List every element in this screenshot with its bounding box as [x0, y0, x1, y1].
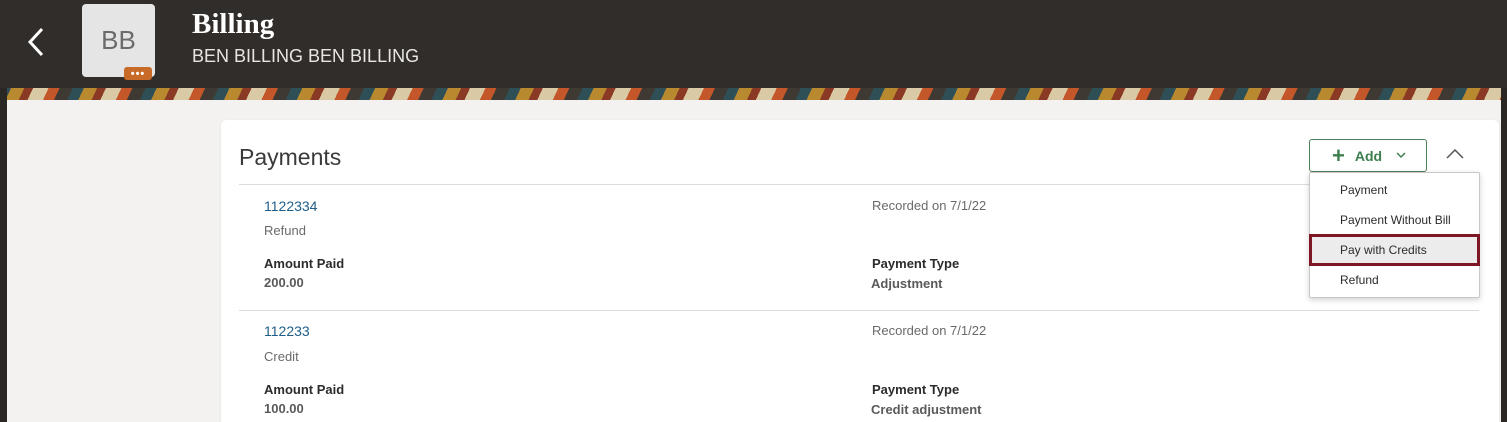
payment-type-label: Payment Type	[872, 256, 960, 271]
payments-card: Payments + Add 1122334 Refund Recorded o…	[221, 120, 1499, 422]
card-title: Payments	[239, 144, 342, 170]
decorative-banner	[0, 88, 1507, 100]
page-subtitle: BEN BILLING BEN BILLING	[192, 46, 420, 66]
payment-number-link[interactable]: 112233	[264, 323, 310, 339]
chevron-up-icon	[1446, 149, 1464, 159]
menu-item-payment[interactable]: Payment	[1310, 176, 1479, 204]
amount-paid-value: 200.00	[264, 275, 304, 290]
recorded-date: Recorded on 7/1/22	[872, 198, 987, 213]
menu-item-pay-with-credits[interactable]: Pay with Credits	[1309, 234, 1480, 266]
left-edge	[0, 88, 7, 422]
avatar-initials: BB	[101, 25, 136, 55]
page-header: BB ••• Billing BEN BILLING BEN BILLING	[0, 0, 1507, 88]
amount-paid-label: Amount Paid	[264, 382, 345, 397]
payment-number-link[interactable]: 1122334	[264, 198, 317, 214]
chevron-down-icon	[1396, 152, 1406, 159]
payment-type-label: Payment Type	[872, 382, 960, 397]
amount-paid-value: 100.00	[264, 401, 304, 416]
collapse-button[interactable]	[1443, 142, 1467, 166]
back-button[interactable]	[18, 22, 54, 62]
amount-paid-label: Amount Paid	[264, 256, 345, 271]
avatar[interactable]: BB •••	[82, 4, 155, 80]
right-edge	[1501, 88, 1507, 422]
payment-kind: Refund	[264, 223, 306, 238]
payment-type-value: Credit adjustment	[871, 402, 982, 417]
plus-icon: +	[1332, 142, 1345, 168]
page-title: Billing	[192, 8, 275, 40]
payment-kind: Credit	[264, 349, 299, 364]
recorded-date: Recorded on 7/1/22	[872, 323, 987, 338]
menu-item-refund[interactable]: Refund	[1310, 266, 1479, 294]
divider	[239, 184, 1479, 185]
divider	[239, 310, 1479, 311]
add-button-label: Add	[1354, 147, 1383, 164]
menu-item-payment-without-bill[interactable]: Payment Without Bill	[1310, 206, 1479, 234]
chevron-left-icon	[27, 27, 44, 57]
avatar-more-badge[interactable]: •••	[124, 67, 152, 80]
payment-type-value: Adjustment	[871, 276, 943, 291]
add-button[interactable]: + Add	[1309, 139, 1427, 172]
add-dropdown-menu: Payment Payment Without Bill Pay with Cr…	[1309, 172, 1480, 298]
